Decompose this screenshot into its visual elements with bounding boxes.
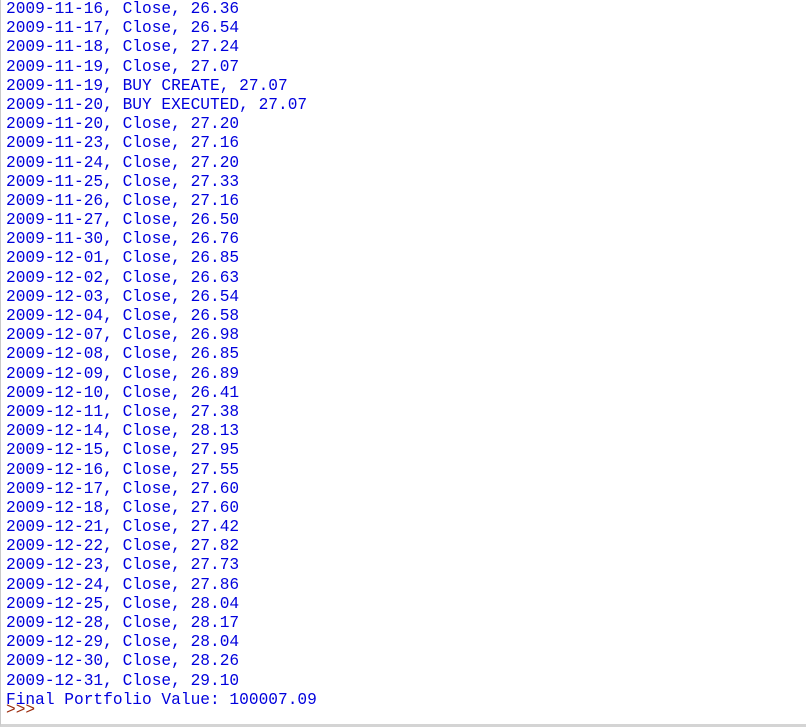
shell-output-line: 2009-12-22, Close, 27.82 (6, 537, 240, 556)
shell-prompt-row[interactable]: >>> (1, 701, 806, 720)
shell-output-line: 2009-12-24, Close, 27.86 (6, 575, 240, 594)
shell-output-line: 2009-12-16, Close, 27.55 (6, 460, 240, 479)
shell-output-line: 2009-12-04, Close, 26.58 (6, 307, 240, 325)
shell-output-lines: 2009-11-16, Close, 26.36 2009-11-17, Clos… (1, 0, 806, 710)
python-prompt[interactable]: >>> (1, 701, 806, 720)
shell-output-line: 2009-12-28, Close, 28.17 (6, 614, 240, 632)
shell-output-line: 2009-11-16, Close, 26.36 (6, 0, 240, 18)
shell-output-line: 2009-12-07, Close, 26.98 (6, 326, 240, 345)
shell-output-line: 2009-12-15, Close, 27.95 (6, 441, 240, 460)
idle-shell-window: 2009-11-16, Close, 26.36 2009-11-17, Clos… (0, 0, 806, 727)
shell-output-line: 2009-12-09, Close, 26.89 (6, 364, 240, 383)
shell-output-line: 2009-12-30, Close, 28.26 (6, 652, 240, 671)
shell-output-line: 2009-11-27, Close, 26.50 (6, 211, 240, 230)
shell-output-line: 2009-11-24, Close, 27.20 (6, 153, 240, 172)
shell-output-line: 2009-12-29, Close, 28.04 (6, 633, 240, 652)
shell-output-line: 2009-12-08, Close, 26.85 (6, 345, 240, 364)
shell-output-line: 2009-12-14, Close, 28.13 (6, 422, 240, 441)
shell-output-line: 2009-11-23, Close, 27.16 (6, 134, 240, 153)
shell-output-line: 2009-11-20, Close, 27.20 (6, 115, 240, 134)
shell-output-line: 2009-12-10, Close, 26.41 (6, 383, 240, 402)
shell-output-line: 2009-12-21, Close, 27.42 (6, 518, 240, 537)
shell-output-line: 2009-11-30, Close, 26.76 (6, 230, 240, 249)
shell-output-line: 2009-12-02, Close, 26.63 (6, 268, 240, 287)
shell-output-line: 2009-12-25, Close, 28.04 (6, 594, 240, 613)
shell-output-line: 2009-11-25, Close, 27.33 (6, 172, 240, 191)
shell-output-line: 2009-12-01, Close, 26.85 (6, 249, 240, 268)
shell-output-line: 2009-12-17, Close, 27.60 (6, 479, 240, 498)
shell-output-line: 2009-12-03, Close, 26.54 (6, 287, 240, 306)
shell-output-line: 2009-11-17, Close, 26.54 (6, 19, 240, 38)
shell-output-area[interactable]: 2009-11-16, Close, 26.36 2009-11-17, Clos… (1, 0, 806, 724)
shell-output-line: 2009-11-20, BUY EXECUTED, 27.07 (6, 95, 308, 114)
shell-output-line: 2009-11-19, BUY CREATE, 27.07 (6, 76, 288, 95)
shell-output-line: 2009-11-18, Close, 27.24 (6, 38, 240, 57)
shell-output-line: 2009-11-26, Close, 27.16 (6, 191, 240, 210)
shell-output-line: 2009-11-19, Close, 27.07 (6, 57, 240, 76)
shell-output-line: 2009-12-18, Close, 27.60 (6, 498, 240, 517)
shell-output-line: 2009-12-11, Close, 27.38 (6, 402, 240, 421)
shell-output-line: 2009-12-31, Close, 29.10 (6, 671, 240, 690)
shell-output-line: 2009-12-23, Close, 27.73 (6, 556, 240, 575)
